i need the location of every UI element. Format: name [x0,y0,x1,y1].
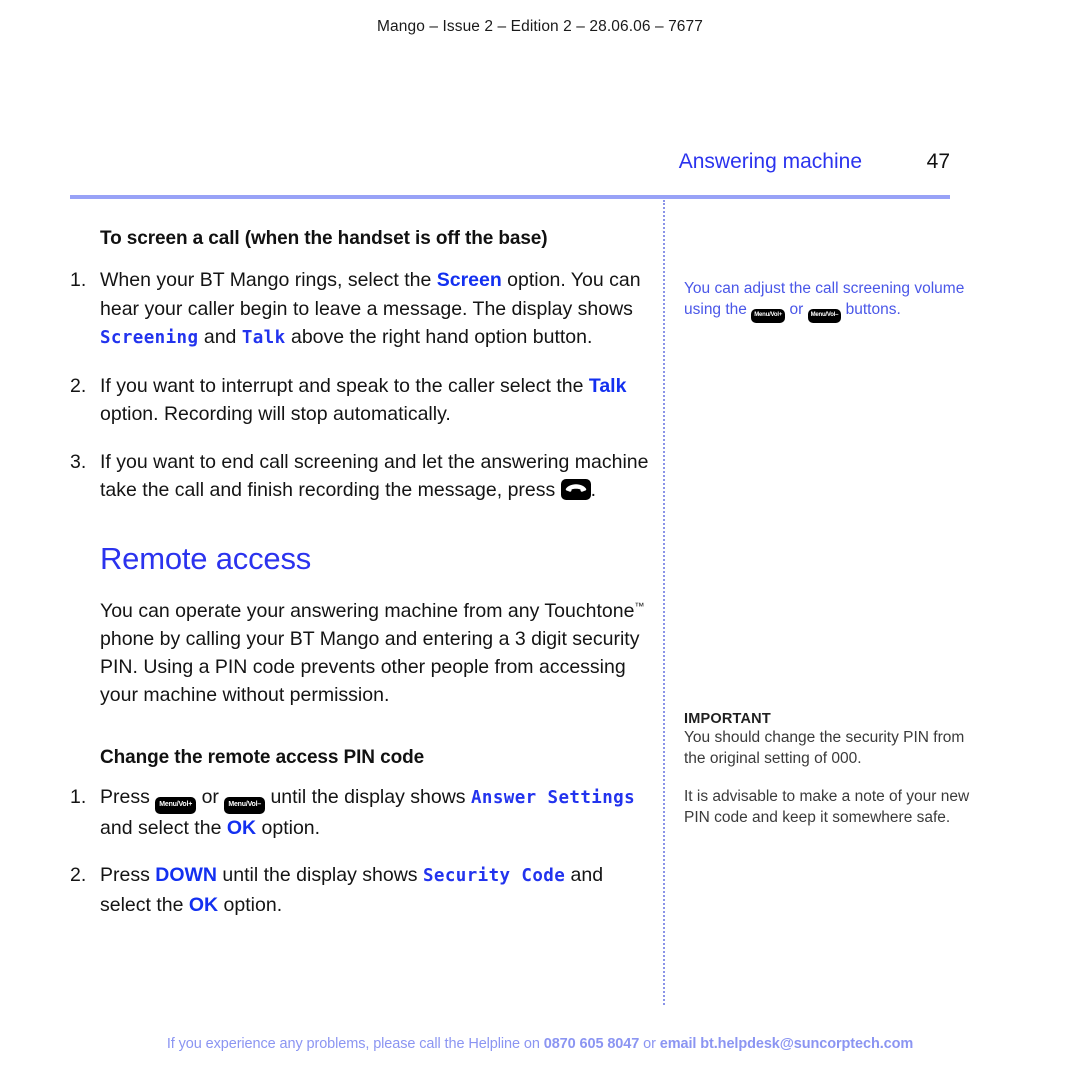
important-body-1: You should change the security PIN from … [684,729,965,767]
steps-list-change-pin-code: 1. Press Menu/Vol+ or Menu/Vol– until the… [70,783,650,920]
step-number: 2. [70,374,87,397]
step-item: 1. When your BT Mango rings, select the S… [70,266,650,353]
step-number: 1. [70,269,87,291]
ui-keyword: OK [226,816,257,839]
lcd-display-text: Screening [100,328,199,348]
footer-emphasis: email bt.helpdesk@suncorptech.com [659,1036,914,1052]
hangup-key-icon [560,479,591,500]
page-number: 47 [926,150,950,173]
ui-keyword: DOWN [155,864,218,886]
ui-keyword: OK [188,893,219,916]
subheading-screen-a-call: To screen a call (when the handset is of… [100,228,548,249]
header-divider-rule [70,195,950,199]
step-item: 3. If you want to end call screening and … [70,448,650,505]
menu-vol-key-icon: Menu/Vol+ [751,309,786,323]
paragraph-remote-access: You can operate your answering machine f… [100,599,645,706]
step-item: 1. Press Menu/Vol+ or Menu/Vol– until the… [70,783,650,843]
page-header: Answering machine 47 [70,150,950,184]
lcd-display-text: Answer Settings [470,787,636,808]
step-text: Press Menu/Vol+ or Menu/Vol– until the d… [100,785,636,839]
step-text: Press DOWN until the display shows Secur… [100,864,604,916]
step-text: If you want to end call screening and le… [100,450,649,502]
menu-vol-key-icon: Menu/Vol+ [155,796,197,814]
steps-list-screen-a-call: 1. When your BT Mango rings, select the S… [70,266,650,505]
lcd-display-text: Talk [241,328,286,348]
footer-emphasis: 0870 605 8047 [543,1036,640,1052]
step-number: 3. [70,450,87,473]
step-number: 2. [70,864,87,886]
menu-vol-key-icon: Menu/Vol– [807,309,842,323]
side-note-important: IMPORTANT You should change the security… [684,711,974,828]
step-number: 1. [70,785,87,808]
lcd-display-text: Security Code [422,866,566,886]
menu-vol-key-icon: Menu/Vol– [224,796,266,814]
section-title-remote-access: Remote access [100,540,312,576]
ui-keyword: Talk [588,374,627,397]
column-divider [663,200,665,1005]
main-content-column: To screen a call (when the handset is of… [70,228,650,938]
ui-keyword: Screen [436,269,502,291]
side-notes-column: You can adjust the call screening volume… [684,228,974,828]
step-text: If you want to interrupt and speak to th… [100,374,627,426]
trademark-mark: ™ [634,601,645,612]
side-note-volume: You can adjust the call screening volume… [684,278,974,323]
step-item: 2. If you want to interrupt and speak to … [70,372,650,429]
running-head: Mango – Issue 2 – Edition 2 – 28.06.06 –… [377,18,703,35]
important-body-2: It is advisable to make a note of your n… [684,788,970,826]
important-label: IMPORTANT [684,711,771,727]
chapter-title: Answering machine [678,150,862,173]
step-text: When your BT Mango rings, select the Scr… [100,269,641,348]
page-footer: If you experience any problems, please c… [166,1036,914,1052]
step-item: 2. Press DOWN until the display shows Sec… [70,861,650,919]
subheading-change-pin-code: Change the remote access PIN code [100,746,425,768]
